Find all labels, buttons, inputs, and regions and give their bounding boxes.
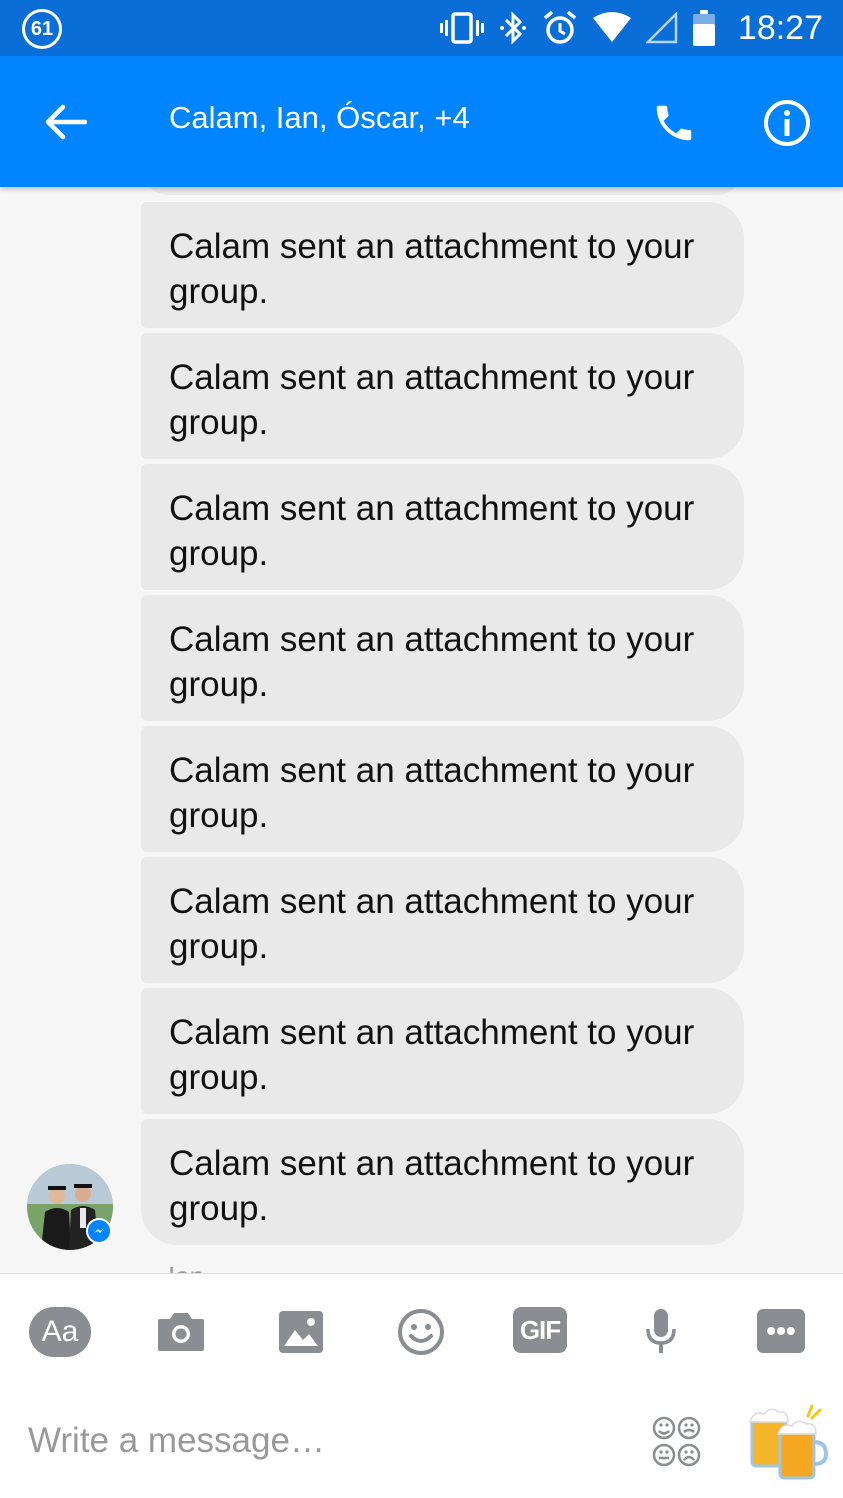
like-button[interactable] bbox=[746, 1402, 829, 1482]
image-icon bbox=[279, 1311, 323, 1353]
stickers-icon bbox=[652, 1416, 701, 1467]
message-bubble[interactable]: Calam sent an attachment to your group. bbox=[141, 333, 744, 459]
gif-button[interactable]: GIF bbox=[513, 1307, 567, 1353]
photo-gallery-button[interactable] bbox=[270, 1304, 332, 1360]
conversation-header: Calam, Ian, Óscar, +4 bbox=[0, 56, 843, 187]
message-bubble[interactable]: Calam sent an attachment to your group. bbox=[141, 1119, 744, 1245]
info-button[interactable] bbox=[756, 92, 818, 154]
thread-title[interactable]: Calam, Ian, Óscar, +4 bbox=[169, 100, 470, 136]
voice-clip-button[interactable] bbox=[630, 1304, 692, 1360]
message-bubble[interactable]: Calam sent an attachment to your group. bbox=[141, 726, 744, 852]
info-icon bbox=[764, 100, 810, 146]
message-bubble[interactable]: Calam sent an attachment to your group. bbox=[141, 857, 744, 983]
composer: Aa GIF ••• Write a message… bbox=[0, 1273, 843, 1498]
battery-icon bbox=[692, 10, 715, 46]
emoji-icon bbox=[398, 1309, 444, 1355]
more-options-button[interactable]: ••• bbox=[757, 1309, 805, 1353]
wifi-icon bbox=[592, 12, 631, 42]
text-format-button[interactable]: Aa bbox=[29, 1307, 91, 1357]
microphone-icon bbox=[646, 1309, 676, 1353]
status-icons: 18:27 bbox=[439, 0, 823, 56]
camera-button[interactable] bbox=[150, 1304, 212, 1360]
camera-icon bbox=[158, 1313, 204, 1351]
beer-like-icon bbox=[748, 1404, 829, 1480]
message-list[interactable]: Calam sent an attachment to your group. … bbox=[0, 187, 843, 1273]
messenger-badge-icon bbox=[86, 1218, 112, 1244]
back-arrow-icon bbox=[45, 104, 87, 140]
alarm-icon bbox=[543, 10, 577, 44]
status-bar: 61 18:27 bbox=[0, 0, 843, 56]
emoji-button[interactable] bbox=[390, 1304, 452, 1360]
call-button[interactable] bbox=[643, 92, 705, 154]
message-bubble[interactable]: Calam sent an attachment to your group. bbox=[141, 202, 744, 328]
stickers-button[interactable] bbox=[651, 1414, 703, 1470]
bluetooth-icon bbox=[499, 11, 526, 45]
message-bubble-partial[interactable] bbox=[141, 187, 744, 195]
notification-count-badge: 61 bbox=[22, 9, 62, 49]
message-bubble[interactable]: Calam sent an attachment to your group. bbox=[141, 988, 744, 1114]
phone-icon bbox=[656, 105, 692, 141]
message-bubble[interactable]: Calam sent an attachment to your group. bbox=[141, 464, 744, 590]
message-input[interactable]: Write a message… bbox=[28, 1421, 608, 1461]
vibrate-icon bbox=[439, 12, 484, 44]
signal-icon bbox=[645, 12, 678, 44]
status-clock: 18:27 bbox=[737, 8, 823, 47]
back-button[interactable] bbox=[36, 94, 96, 150]
message-bubble[interactable]: Calam sent an attachment to your group. bbox=[141, 595, 744, 721]
next-sender-name: Ian bbox=[168, 1261, 204, 1273]
